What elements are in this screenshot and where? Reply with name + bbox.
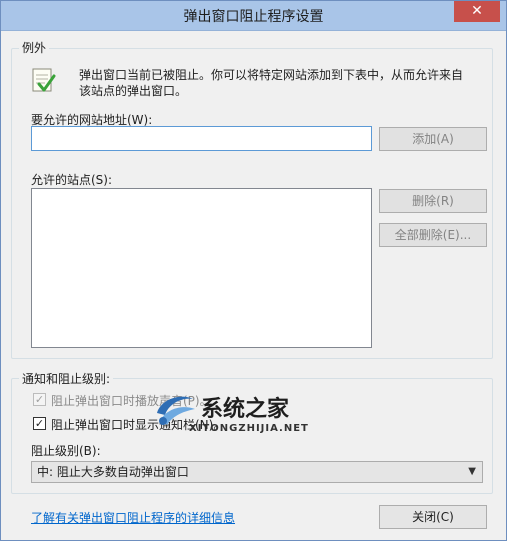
watermark-brand: 系统之家: [201, 397, 290, 422]
show-notification-bar-checkbox[interactable]: ✓: [33, 417, 46, 430]
watermark-url: XITONGZHIJIA.NET: [189, 423, 309, 434]
allowed-sites-list[interactable]: [31, 188, 372, 348]
block-level-label: 阻止级别(B):: [31, 444, 101, 458]
remove-button[interactable]: 删除(R): [379, 189, 487, 213]
exceptions-group-label: 例外: [19, 39, 50, 56]
popup-blocker-settings-window: 弹出窗口阻止程序设置 ✕ 例外 弹出窗口当前已被阻止。你可以将特定网站添加到下表…: [0, 0, 507, 541]
dialog-client-area: 例外 弹出窗口当前已被阻止。你可以将特定网站添加到下表中，从而允许来自 该站点的…: [9, 32, 498, 534]
watermark: 系统之家 XITONGZHIJIA.NET: [151, 389, 331, 449]
block-level-select[interactable]: 中: 阻止大多数自动弹出窗口 ▼: [31, 461, 483, 483]
title-bar[interactable]: 弹出窗口阻止程序设置 ✕: [1, 1, 506, 31]
block-level-selected-value: 中: 阻止大多数自动弹出窗口: [37, 465, 189, 479]
allowed-sites-label: 允许的站点(S):: [31, 173, 113, 187]
info-text-line-2: 该站点的弹出窗口。: [79, 84, 188, 98]
chevron-down-icon: ▼: [468, 466, 476, 477]
learn-more-link[interactable]: 了解有关弹出窗口阻止程序的详细信息: [31, 509, 235, 526]
notifications-group-label: 通知和阻止级别:: [19, 370, 114, 387]
window-close-button[interactable]: ✕: [454, 1, 500, 22]
info-text-line-1: 弹出窗口当前已被阻止。你可以将特定网站添加到下表中，从而允许来自: [79, 68, 464, 82]
address-input[interactable]: [31, 126, 372, 151]
add-button[interactable]: 添加(A): [379, 127, 487, 151]
window-title: 弹出窗口阻止程序设置: [183, 9, 324, 25]
remove-all-button[interactable]: 全部删除(E)...: [379, 223, 487, 247]
close-icon: ✕: [471, 3, 483, 19]
close-button[interactable]: 关闭(C): [379, 505, 487, 529]
popup-allowed-icon: [32, 68, 56, 92]
play-sound-checkbox[interactable]: ✓: [33, 393, 46, 406]
